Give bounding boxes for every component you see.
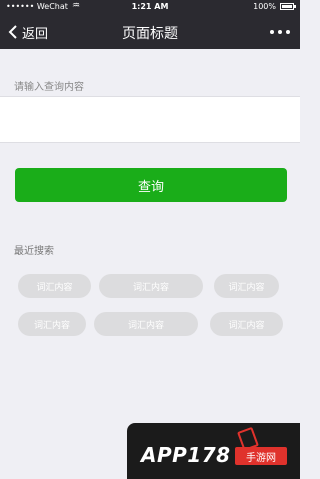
battery-percent: 100% bbox=[253, 2, 276, 11]
battery-cap bbox=[294, 5, 296, 8]
recent-chip[interactable]: 词汇内容 bbox=[210, 312, 283, 336]
recent-searches-label: 最近搜索 bbox=[14, 246, 54, 257]
search-field-row bbox=[0, 96, 300, 143]
search-input[interactable] bbox=[14, 97, 288, 143]
page-title: 页面标题 bbox=[122, 26, 178, 42]
recent-chip[interactable]: 词汇内容 bbox=[94, 312, 198, 336]
recent-chip[interactable]: 词汇内容 bbox=[18, 274, 91, 298]
watermark-logo: APP178 手游网 bbox=[127, 423, 300, 479]
watermark-cn: 手游网 bbox=[235, 447, 287, 465]
recent-chip[interactable]: 词汇内容 bbox=[214, 274, 279, 298]
dot bbox=[270, 30, 274, 34]
dot bbox=[286, 30, 290, 34]
query-button[interactable]: 查询 bbox=[15, 168, 287, 202]
watermark-text: APP178 bbox=[141, 443, 231, 467]
search-label: 请输入查询内容 bbox=[14, 82, 84, 93]
more-dots-icon[interactable] bbox=[270, 24, 290, 40]
recent-chip[interactable]: 词汇内容 bbox=[18, 312, 86, 336]
status-bar: •••••• WeChat ♒ 1:21 AM 100% bbox=[0, 0, 300, 15]
dot bbox=[278, 30, 282, 34]
nav-bar: 返回 页面标题 bbox=[0, 15, 300, 49]
battery-icon bbox=[280, 3, 294, 10]
recent-chip[interactable]: 词汇内容 bbox=[99, 274, 203, 298]
